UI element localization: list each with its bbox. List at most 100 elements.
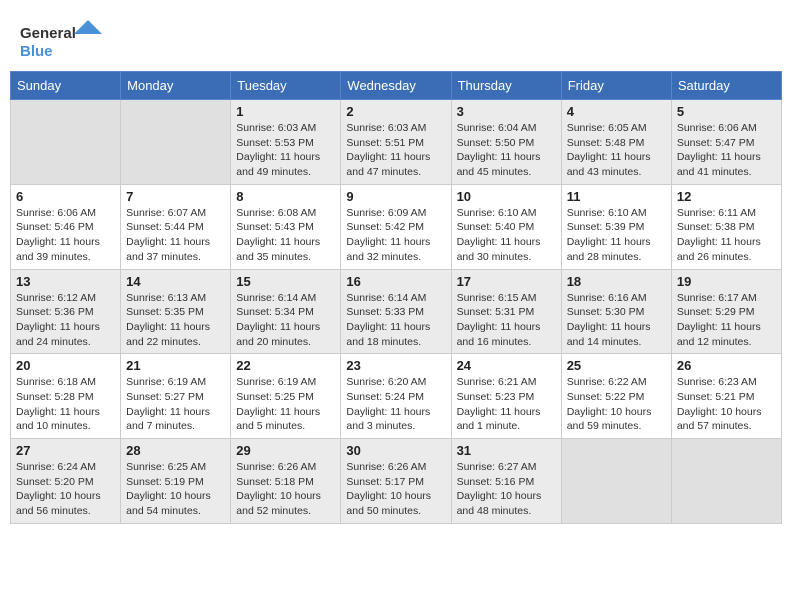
day-info: Sunrise: 6:23 AMSunset: 5:21 PMDaylight:… xyxy=(677,375,776,434)
calendar-week-row: 1 Sunrise: 6:03 AMSunset: 5:53 PMDaylight… xyxy=(11,100,782,185)
weekday-header-saturday: Saturday xyxy=(671,72,781,100)
calendar-cell: 10 Sunrise: 6:10 AMSunset: 5:40 PMDayligh… xyxy=(451,184,561,269)
day-info: Sunrise: 6:11 AMSunset: 5:38 PMDaylight:… xyxy=(677,206,776,265)
day-info: Sunrise: 6:09 AMSunset: 5:42 PMDaylight:… xyxy=(346,206,445,265)
day-number: 24 xyxy=(457,358,556,373)
calendar-cell: 24 Sunrise: 6:21 AMSunset: 5:23 PMDayligh… xyxy=(451,354,561,439)
svg-text:Blue: Blue xyxy=(20,43,53,60)
calendar-cell: 4 Sunrise: 6:05 AMSunset: 5:48 PMDaylight… xyxy=(561,100,671,185)
calendar-cell: 12 Sunrise: 6:11 AMSunset: 5:38 PMDayligh… xyxy=(671,184,781,269)
calendar-cell xyxy=(121,100,231,185)
day-info: Sunrise: 6:06 AMSunset: 5:46 PMDaylight:… xyxy=(16,206,115,265)
day-info: Sunrise: 6:03 AMSunset: 5:53 PMDaylight:… xyxy=(236,121,335,180)
calendar-cell: 16Sunrise: 6:14 AMSunset: 5:33 PMDayligh… xyxy=(341,269,451,354)
day-number: 6 xyxy=(16,189,115,204)
day-number: 30 xyxy=(346,443,445,458)
logo-svg: General Blue xyxy=(20,18,110,63)
day-info: Sunrise: 6:21 AMSunset: 5:23 PMDaylight:… xyxy=(457,375,556,434)
day-info: Sunrise: 6:22 AMSunset: 5:22 PMDaylight:… xyxy=(567,375,666,434)
calendar-cell: 31Sunrise: 6:27 AMSunset: 5:16 PMDayligh… xyxy=(451,439,561,524)
day-info: Sunrise: 6:18 AMSunset: 5:28 PMDaylight:… xyxy=(16,375,115,434)
day-info: Sunrise: 6:14 AMSunset: 5:34 PMDaylight:… xyxy=(236,291,335,350)
weekday-header-thursday: Thursday xyxy=(451,72,561,100)
day-number: 23 xyxy=(346,358,445,373)
calendar-cell: 5 Sunrise: 6:06 AMSunset: 5:47 PMDaylight… xyxy=(671,100,781,185)
day-number: 22 xyxy=(236,358,335,373)
logo: General Blue xyxy=(20,18,110,63)
day-number: 25 xyxy=(567,358,666,373)
calendar-cell: 26 Sunrise: 6:23 AMSunset: 5:21 PMDayligh… xyxy=(671,354,781,439)
calendar-cell: 15 Sunrise: 6:14 AMSunset: 5:34 PMDayligh… xyxy=(231,269,341,354)
day-info: Sunrise: 6:04 AMSunset: 5:50 PMDaylight:… xyxy=(457,121,556,180)
calendar-cell: 23 Sunrise: 6:20 AMSunset: 5:24 PMDayligh… xyxy=(341,354,451,439)
day-info: Sunrise: 6:16 AMSunset: 5:30 PMDaylight:… xyxy=(567,291,666,350)
day-number: 31 xyxy=(457,443,556,458)
day-info: Sunrise: 6:19 AMSunset: 5:27 PMDaylight:… xyxy=(126,375,225,434)
day-info: Sunrise: 6:10 AMSunset: 5:39 PMDaylight:… xyxy=(567,206,666,265)
calendar-cell: 2 Sunrise: 6:03 AMSunset: 5:51 PMDaylight… xyxy=(341,100,451,185)
day-info: Sunrise: 6:03 AMSunset: 5:51 PMDaylight:… xyxy=(346,121,445,180)
weekday-header-friday: Friday xyxy=(561,72,671,100)
day-number: 1 xyxy=(236,104,335,119)
day-number: 29 xyxy=(236,443,335,458)
day-number: 13 xyxy=(16,274,115,289)
calendar-cell: 30Sunrise: 6:26 AMSunset: 5:17 PMDayligh… xyxy=(341,439,451,524)
svg-text:General: General xyxy=(20,25,76,42)
calendar-cell xyxy=(561,439,671,524)
calendar-cell: 18 Sunrise: 6:16 AMSunset: 5:30 PMDayligh… xyxy=(561,269,671,354)
day-info: Sunrise: 6:17 AMSunset: 5:29 PMDaylight:… xyxy=(677,291,776,350)
calendar-week-row: 27 Sunrise: 6:24 AMSunset: 5:20 PMDayligh… xyxy=(11,439,782,524)
calendar-cell: 1 Sunrise: 6:03 AMSunset: 5:53 PMDaylight… xyxy=(231,100,341,185)
day-info: Sunrise: 6:08 AMSunset: 5:43 PMDaylight:… xyxy=(236,206,335,265)
day-info: Sunrise: 6:20 AMSunset: 5:24 PMDaylight:… xyxy=(346,375,445,434)
day-number: 10 xyxy=(457,189,556,204)
day-number: 26 xyxy=(677,358,776,373)
calendar-cell: 7Sunrise: 6:07 AMSunset: 5:44 PMDaylight… xyxy=(121,184,231,269)
calendar-cell: 9Sunrise: 6:09 AMSunset: 5:42 PMDaylight… xyxy=(341,184,451,269)
day-info: Sunrise: 6:15 AMSunset: 5:31 PMDaylight:… xyxy=(457,291,556,350)
day-number: 12 xyxy=(677,189,776,204)
day-number: 28 xyxy=(126,443,225,458)
day-number: 19 xyxy=(677,274,776,289)
calendar-week-row: 6 Sunrise: 6:06 AMSunset: 5:46 PMDaylight… xyxy=(11,184,782,269)
calendar-cell: 29 Sunrise: 6:26 AMSunset: 5:18 PMDayligh… xyxy=(231,439,341,524)
calendar-cell: 14 Sunrise: 6:13 AMSunset: 5:35 PMDayligh… xyxy=(121,269,231,354)
day-info: Sunrise: 6:12 AMSunset: 5:36 PMDaylight:… xyxy=(16,291,115,350)
page-header: General Blue xyxy=(10,10,782,67)
weekday-header-sunday: Sunday xyxy=(11,72,121,100)
calendar-table: SundayMondayTuesdayWednesdayThursdayFrid… xyxy=(10,71,782,524)
day-number: 11 xyxy=(567,189,666,204)
day-info: Sunrise: 6:26 AMSunset: 5:18 PMDaylight:… xyxy=(236,460,335,519)
weekday-header-row: SundayMondayTuesdayWednesdayThursdayFrid… xyxy=(11,72,782,100)
day-info: Sunrise: 6:14 AMSunset: 5:33 PMDaylight:… xyxy=(346,291,445,350)
day-number: 21 xyxy=(126,358,225,373)
day-info: Sunrise: 6:25 AMSunset: 5:19 PMDaylight:… xyxy=(126,460,225,519)
day-info: Sunrise: 6:06 AMSunset: 5:47 PMDaylight:… xyxy=(677,121,776,180)
day-number: 27 xyxy=(16,443,115,458)
day-info: Sunrise: 6:24 AMSunset: 5:20 PMDaylight:… xyxy=(16,460,115,519)
calendar-week-row: 20 Sunrise: 6:18 AMSunset: 5:28 PMDayligh… xyxy=(11,354,782,439)
day-info: Sunrise: 6:19 AMSunset: 5:25 PMDaylight:… xyxy=(236,375,335,434)
day-number: 15 xyxy=(236,274,335,289)
calendar-cell: 19 Sunrise: 6:17 AMSunset: 5:29 PMDayligh… xyxy=(671,269,781,354)
day-info: Sunrise: 6:13 AMSunset: 5:35 PMDaylight:… xyxy=(126,291,225,350)
day-number: 5 xyxy=(677,104,776,119)
day-number: 4 xyxy=(567,104,666,119)
day-number: 8 xyxy=(236,189,335,204)
calendar-cell: 28 Sunrise: 6:25 AMSunset: 5:19 PMDayligh… xyxy=(121,439,231,524)
calendar-cell: 13 Sunrise: 6:12 AMSunset: 5:36 PMDayligh… xyxy=(11,269,121,354)
calendar-week-row: 13 Sunrise: 6:12 AMSunset: 5:36 PMDayligh… xyxy=(11,269,782,354)
day-info: Sunrise: 6:05 AMSunset: 5:48 PMDaylight:… xyxy=(567,121,666,180)
calendar-cell: 17 Sunrise: 6:15 AMSunset: 5:31 PMDayligh… xyxy=(451,269,561,354)
calendar-cell: 6 Sunrise: 6:06 AMSunset: 5:46 PMDaylight… xyxy=(11,184,121,269)
day-info: Sunrise: 6:10 AMSunset: 5:40 PMDaylight:… xyxy=(457,206,556,265)
calendar-cell xyxy=(671,439,781,524)
day-number: 18 xyxy=(567,274,666,289)
calendar-cell: 11 Sunrise: 6:10 AMSunset: 5:39 PMDayligh… xyxy=(561,184,671,269)
calendar-cell: 27 Sunrise: 6:24 AMSunset: 5:20 PMDayligh… xyxy=(11,439,121,524)
day-number: 14 xyxy=(126,274,225,289)
calendar-cell: 8 Sunrise: 6:08 AMSunset: 5:43 PMDaylight… xyxy=(231,184,341,269)
day-number: 2 xyxy=(346,104,445,119)
day-number: 20 xyxy=(16,358,115,373)
day-number: 17 xyxy=(457,274,556,289)
